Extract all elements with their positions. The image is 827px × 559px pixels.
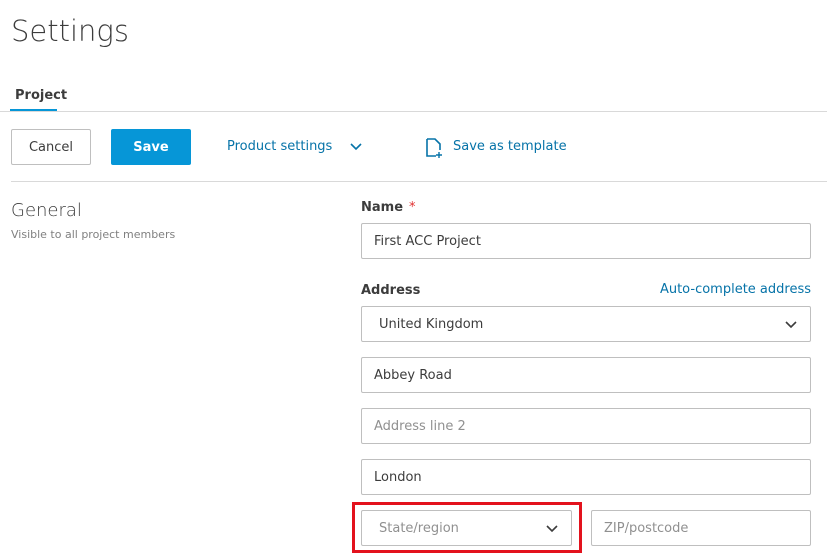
section-subtitle: Visible to all project members	[11, 228, 176, 241]
address-line1-input[interactable]: Abbey Road	[361, 357, 811, 393]
highlight-box	[352, 502, 582, 553]
zip-postcode-input[interactable]: ZIP/postcode	[591, 510, 811, 546]
address-line2-input[interactable]: Address line 2	[361, 408, 811, 444]
section-title: General	[11, 200, 82, 221]
save-button[interactable]: Save	[111, 129, 191, 165]
city-input[interactable]: London	[361, 459, 811, 495]
chevron-down-icon	[785, 321, 797, 329]
address-label: Address	[361, 283, 421, 298]
country-select[interactable]: United Kingdom	[361, 306, 811, 342]
chevron-down-icon[interactable]	[348, 138, 364, 158]
page-title: Settings	[11, 14, 129, 48]
name-label: Name *	[361, 200, 416, 215]
required-mark: *	[409, 200, 416, 215]
product-settings-dropdown[interactable]: Product settings	[227, 139, 332, 154]
country-value: United Kingdom	[379, 316, 484, 332]
name-label-text: Name	[361, 200, 404, 215]
auto-complete-address-link[interactable]: Auto-complete address	[660, 282, 811, 297]
cancel-button[interactable]: Cancel	[11, 129, 91, 165]
file-add-icon[interactable]	[424, 137, 444, 163]
name-input[interactable]: First ACC Project	[361, 223, 811, 259]
divider	[11, 181, 827, 182]
save-as-template-button[interactable]: Save as template	[453, 139, 567, 154]
tab-project[interactable]: Project	[15, 88, 67, 103]
divider	[0, 111, 827, 112]
